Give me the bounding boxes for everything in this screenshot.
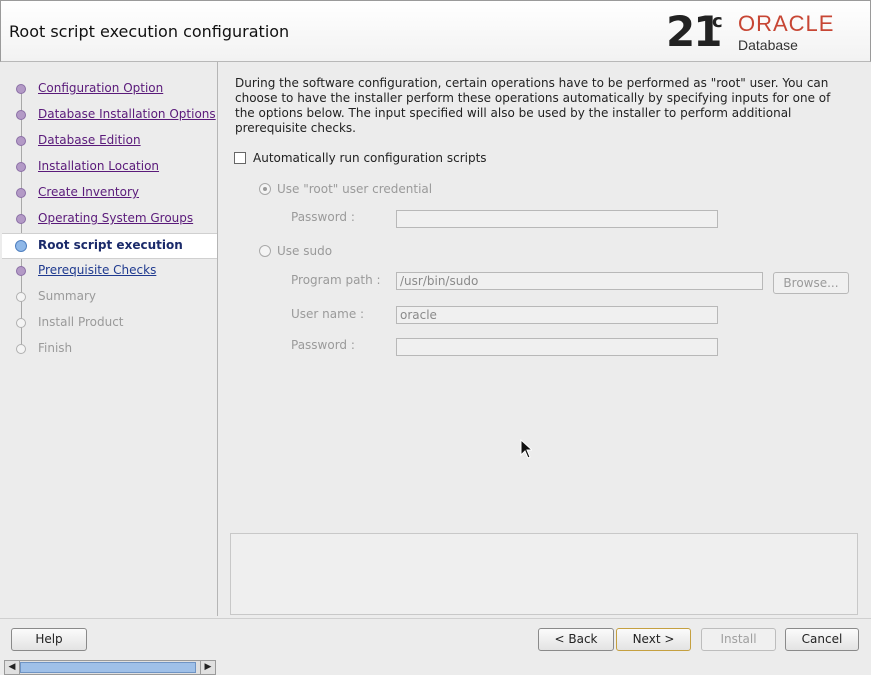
- sudo-password-label: Password :: [291, 338, 355, 352]
- scroll-right-icon[interactable]: ▶: [200, 661, 215, 674]
- step-label: Root script execution: [38, 238, 183, 252]
- step-label: Summary: [38, 289, 96, 303]
- logo-brand: ORACLE: [738, 11, 835, 36]
- step-configuration-option[interactable]: Configuration Option: [2, 77, 217, 101]
- step-done-icon: [16, 188, 26, 198]
- step-label[interactable]: Configuration Option: [38, 81, 163, 95]
- install-button[interactable]: Install: [701, 628, 776, 651]
- step-label[interactable]: Create Inventory: [38, 185, 139, 199]
- use-sudo-label[interactable]: Use sudo: [277, 244, 332, 258]
- program-path-field[interactable]: [396, 272, 763, 290]
- step-current-icon: [15, 240, 27, 252]
- auto-run-checkbox[interactable]: [234, 152, 246, 164]
- browse-button[interactable]: Browse...: [773, 272, 849, 294]
- step-prerequisite-checks[interactable]: Prerequisite Checks: [2, 259, 217, 283]
- step-next-icon: [16, 266, 26, 276]
- step-operating-system-groups[interactable]: Operating System Groups: [2, 207, 217, 231]
- step-done-icon: [16, 214, 26, 224]
- step-pending-icon: [16, 344, 26, 354]
- step-done-icon: [16, 136, 26, 146]
- step-database-edition[interactable]: Database Edition: [2, 129, 217, 153]
- use-root-radio[interactable]: [259, 183, 271, 195]
- step-done-icon: [16, 84, 26, 94]
- step-label[interactable]: Operating System Groups: [38, 211, 193, 225]
- step-install-product: Install Product: [2, 311, 217, 335]
- step-done-icon: [16, 162, 26, 172]
- step-label[interactable]: Database Installation Options: [38, 107, 216, 121]
- program-path-label: Program path :: [291, 273, 381, 287]
- mouse-pointer-icon: [520, 439, 532, 459]
- step-label[interactable]: Installation Location: [38, 159, 159, 173]
- auto-run-label[interactable]: Automatically run configuration scripts: [253, 151, 487, 165]
- step-root-script-execution[interactable]: Root script execution: [2, 233, 217, 259]
- main-panel: During the software configuration, certa…: [219, 62, 869, 618]
- step-label[interactable]: Database Edition: [38, 133, 141, 147]
- step-label: Install Product: [38, 315, 124, 329]
- step-summary: Summary: [2, 285, 217, 309]
- sidebar-horizontal-scrollbar[interactable]: ◀ ▶: [4, 660, 216, 675]
- steps-sidebar: Configuration Option Database Installati…: [2, 62, 218, 675]
- step-done-icon: [16, 110, 26, 120]
- scroll-left-icon[interactable]: ◀: [5, 661, 20, 674]
- use-root-label[interactable]: Use "root" user credential: [277, 182, 432, 196]
- user-name-label: User name :: [291, 307, 365, 321]
- step-database-installation-options[interactable]: Database Installation Options: [2, 103, 217, 127]
- message-area: [230, 533, 858, 615]
- header-bar: Root script execution configuration 21 c…: [0, 0, 871, 62]
- cancel-button[interactable]: Cancel: [785, 628, 859, 651]
- step-label: Finish: [38, 341, 73, 355]
- step-pending-icon: [16, 292, 26, 302]
- logo-product: Database: [738, 37, 798, 53]
- logo-superscript: c: [712, 11, 723, 32]
- step-installation-location[interactable]: Installation Location: [2, 155, 217, 179]
- oracle-21c-logo: 21 c ORACLE Database: [666, 9, 856, 55]
- step-create-inventory[interactable]: Create Inventory: [2, 181, 217, 205]
- scrollbar-thumb[interactable]: [20, 662, 196, 673]
- step-finish: Finish: [2, 337, 217, 361]
- step-pending-icon: [16, 318, 26, 328]
- footer-bar: Help < Back Next > Install Cancel: [0, 618, 871, 657]
- back-button[interactable]: < Back: [538, 628, 614, 651]
- use-sudo-radio[interactable]: [259, 245, 271, 257]
- sudo-password-field[interactable]: [396, 338, 718, 356]
- next-button[interactable]: Next >: [616, 628, 691, 651]
- page-title: Root script execution configuration: [9, 22, 290, 41]
- root-password-field[interactable]: [396, 210, 718, 228]
- step-label[interactable]: Prerequisite Checks: [38, 263, 156, 277]
- radio-selected-dot: [263, 187, 267, 191]
- intro-text: During the software configuration, certa…: [235, 76, 831, 135]
- root-password-label: Password :: [291, 210, 355, 224]
- user-name-field[interactable]: [396, 306, 718, 324]
- help-button[interactable]: Help: [11, 628, 87, 651]
